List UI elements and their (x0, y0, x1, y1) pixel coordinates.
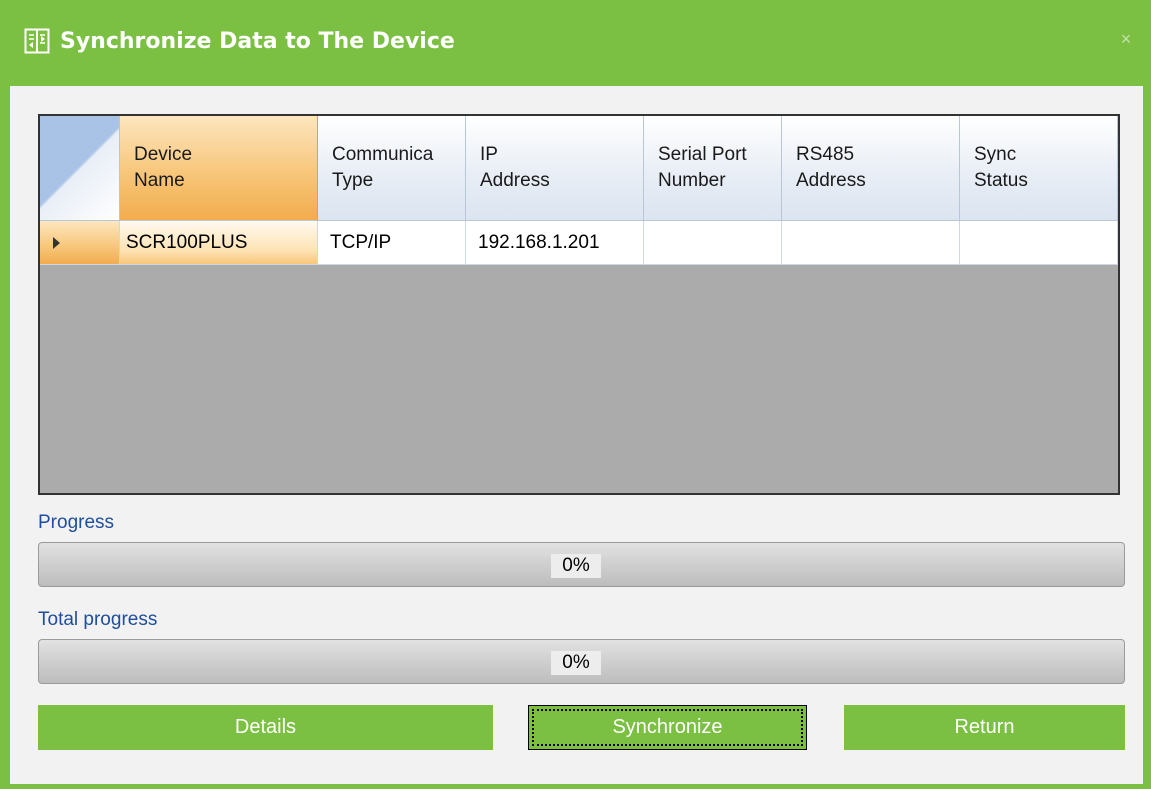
progress-label: Progress (38, 512, 115, 533)
cell-serial-port[interactable] (644, 221, 782, 265)
column-header-ip-address[interactable]: IP Address (466, 116, 644, 221)
progress-percent: 0% (551, 554, 601, 578)
cell-device-name[interactable]: SCR100PLUS (120, 221, 318, 265)
column-header-label: Device Name (134, 144, 193, 191)
cell-comm-type[interactable]: TCP/IP (318, 221, 466, 265)
device-grid: Device Name Communica Type IP Address Se… (38, 114, 1120, 495)
column-header-label: Serial Port Number (658, 144, 747, 191)
cell-ip-address[interactable]: 192.168.1.201 (466, 221, 644, 265)
column-header-rs485[interactable]: RS485 Address (782, 116, 960, 221)
sync-dialog: Synchronize Data to The Device × Device … (0, 0, 1151, 789)
grid-corner-header[interactable] (40, 116, 120, 221)
sync-data-icon (24, 28, 50, 54)
column-header-device-name[interactable]: Device Name (120, 116, 318, 221)
column-header-label: IP Address (480, 144, 550, 191)
column-header-serial-port[interactable]: Serial Port Number (644, 116, 782, 221)
row-header[interactable] (40, 221, 120, 265)
total-progress-label: Total progress (38, 609, 158, 630)
total-progress-bar: 0% (38, 639, 1125, 684)
return-button[interactable]: Return (844, 705, 1125, 750)
total-progress-percent: 0% (551, 651, 601, 675)
close-icon[interactable]: × (1115, 28, 1137, 50)
title-bar: Synchronize Data to The Device × (0, 0, 1151, 86)
column-header-sync-status[interactable]: Sync Status (960, 116, 1118, 221)
details-button[interactable]: Details (38, 705, 493, 750)
column-header-label: Sync Status (974, 144, 1028, 191)
column-header-comm-type[interactable]: Communica Type (318, 116, 466, 221)
cell-rs485[interactable] (782, 221, 960, 265)
cell-sync-status[interactable] (960, 221, 1118, 265)
column-header-label: RS485 Address (796, 144, 866, 191)
column-header-label: Communica Type (332, 144, 434, 191)
current-row-arrow-icon (53, 237, 60, 249)
dialog-title: Synchronize Data to The Device (60, 29, 455, 54)
dialog-body: Device Name Communica Type IP Address Se… (10, 86, 1143, 784)
progress-bar: 0% (38, 542, 1125, 587)
synchronize-button[interactable]: Synchronize (528, 705, 807, 750)
